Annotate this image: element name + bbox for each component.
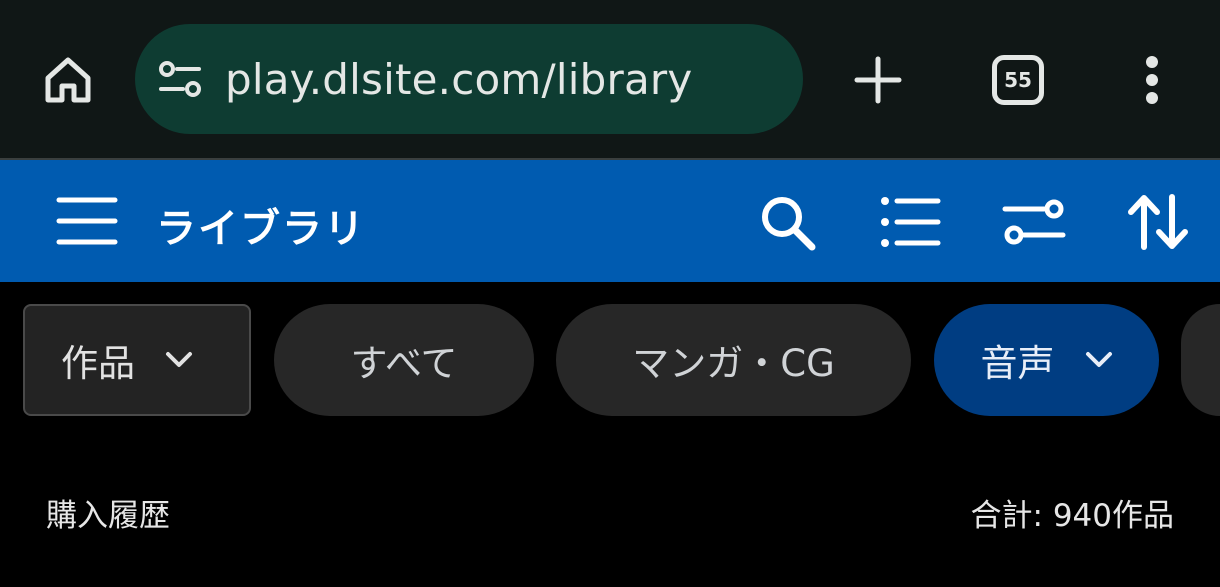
browser-toolbar: play.dlsite.com/library 55 bbox=[0, 0, 1220, 160]
address-bar[interactable]: play.dlsite.com/library bbox=[135, 24, 803, 134]
sort-icon bbox=[1128, 194, 1188, 250]
chip-voice[interactable]: 音声 bbox=[934, 304, 1159, 416]
chevron-down-icon bbox=[1085, 351, 1113, 369]
home-button[interactable] bbox=[40, 52, 96, 108]
total-count: 合計: 940作品 bbox=[970, 498, 1174, 534]
page-title: ライブラリ bbox=[156, 206, 366, 252]
menu-icon bbox=[56, 197, 118, 245]
list-view-button[interactable] bbox=[878, 190, 942, 254]
plus-icon bbox=[854, 56, 902, 104]
tab-switcher-button[interactable]: 55 bbox=[992, 55, 1044, 105]
home-icon bbox=[45, 57, 91, 103]
more-vert-icon bbox=[1146, 56, 1158, 104]
search-icon bbox=[762, 197, 816, 251]
chip-manga-cg[interactable]: マンガ・CG bbox=[556, 304, 911, 416]
list-view-icon bbox=[881, 197, 941, 247]
search-button[interactable] bbox=[755, 190, 819, 254]
chip-voice-label: 音声 bbox=[980, 342, 1055, 385]
chip-all-label: すべて bbox=[350, 342, 458, 385]
filter-button[interactable] bbox=[1002, 190, 1066, 254]
tab-count: 55 bbox=[1004, 68, 1032, 92]
url-text[interactable]: play.dlsite.com/library bbox=[225, 55, 692, 104]
site-info-icon bbox=[159, 61, 201, 97]
chip-manga-cg-label: マンガ・CG bbox=[632, 342, 835, 385]
sort-button[interactable] bbox=[1126, 190, 1190, 254]
chip-all[interactable]: すべて bbox=[274, 304, 534, 416]
browser-menu-button[interactable] bbox=[1130, 50, 1174, 110]
new-tab-button[interactable] bbox=[848, 50, 908, 110]
menu-button[interactable] bbox=[55, 194, 119, 248]
filter-icon bbox=[1002, 199, 1066, 245]
site-info-button[interactable] bbox=[157, 56, 203, 102]
work-type-select-label: 作品 bbox=[61, 342, 135, 385]
purchase-history-label: 購入履歴 bbox=[46, 498, 170, 534]
work-type-select[interactable]: 作品 bbox=[23, 304, 251, 416]
chevron-down-icon bbox=[165, 351, 193, 369]
app-header: ライブラリ bbox=[0, 160, 1220, 282]
chip-next-partial[interactable] bbox=[1181, 304, 1220, 416]
